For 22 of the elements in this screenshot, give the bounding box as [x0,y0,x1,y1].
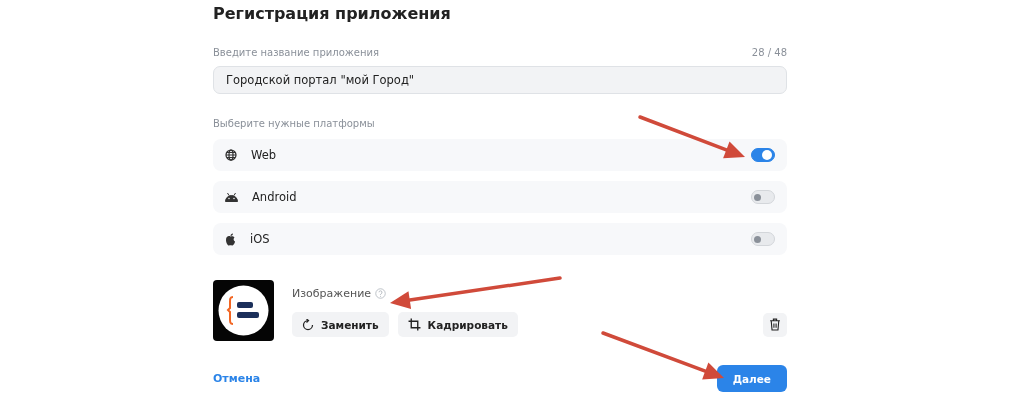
cancel-link[interactable]: Отмена [213,372,261,385]
globe-icon [225,149,237,161]
page-title: Регистрация приложения [213,4,452,23]
rotate-icon [302,318,314,331]
crop-icon [407,318,421,331]
toggle-switch[interactable] [751,148,775,162]
image-label: Изображение [292,287,372,300]
trash-icon [769,318,781,331]
app-name-field[interactable]: Городской портал "мой Город" [213,66,787,94]
platforms-label: Выберите нужные платформы [213,118,376,129]
field-label: Введите название приложения [213,47,379,58]
platform-name: iOS [250,232,271,246]
character-counter: 28 / 48 [751,47,787,58]
crop-button[interactable]: Кадрировать [397,312,518,337]
next-button[interactable]: Далее [716,365,787,392]
platform-name: Android [252,190,298,204]
apple-icon [225,232,236,246]
delete-button[interactable] [763,312,787,337]
help-icon[interactable] [375,288,387,299]
replace-button[interactable]: Заменить [292,312,389,337]
android-icon [225,192,238,202]
platform-name: Web [251,148,278,162]
